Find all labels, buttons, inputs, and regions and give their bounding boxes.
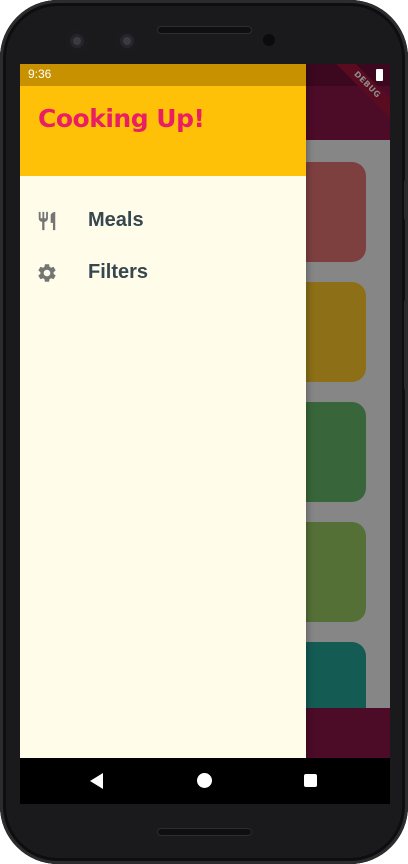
- top-bezel: [12, 12, 396, 72]
- drawer-header: Cooking Up!: [20, 86, 306, 176]
- drawer-item-meals[interactable]: Meals: [20, 196, 306, 248]
- drawer-status-bar: 9:36: [20, 64, 306, 86]
- drawer-item-label: Filters: [88, 261, 149, 283]
- status-time: 9:36: [28, 67, 52, 81]
- phone-frame: DEBUG asy tes 9:36 Cooking Up!: [0, 0, 408, 864]
- navigation-drawer: 9:36 Cooking Up! Meals Filters: [20, 64, 306, 758]
- restaurant-icon: [36, 210, 58, 232]
- earpiece-speaker: [157, 26, 252, 34]
- proximity-sensor: [263, 34, 275, 46]
- drawer-item-filters[interactable]: Filters: [20, 248, 306, 300]
- screen: DEBUG asy tes 9:36 Cooking Up!: [20, 64, 390, 804]
- settings-icon: [36, 262, 58, 284]
- recent-apps-icon[interactable]: [304, 774, 317, 787]
- volume-button: [404, 300, 408, 390]
- battery-icon: [376, 69, 383, 81]
- front-camera-icon: [116, 30, 138, 52]
- system-navigation-bar: [20, 758, 390, 804]
- bottom-speaker: [157, 828, 252, 836]
- drawer-title: Cooking Up!: [38, 104, 205, 133]
- drawer-item-label: Meals: [88, 209, 144, 231]
- power-button: [404, 180, 408, 220]
- home-icon[interactable]: [197, 773, 212, 788]
- back-icon[interactable]: [90, 773, 103, 789]
- front-camera-icon: [66, 30, 88, 52]
